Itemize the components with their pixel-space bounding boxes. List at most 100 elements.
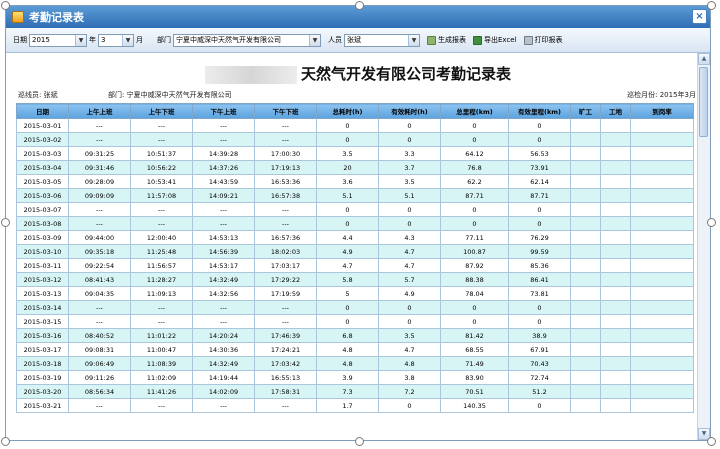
resize-handle-top-left[interactable] bbox=[1, 1, 10, 10]
table-cell bbox=[570, 272, 601, 287]
table-row[interactable]: 2015-03-18 09:06:49 11:08:39 14:32:49 17:03:… bbox=[16, 356, 694, 371]
table-cell bbox=[600, 398, 631, 413]
table-cell: 11:25:48 bbox=[130, 244, 193, 259]
table-row[interactable]: 2015-03-15 --- --- --- --- 0 0 0 0 bbox=[16, 314, 694, 329]
scroll-up-icon[interactable]: ▲ bbox=[698, 53, 710, 65]
table-row[interactable]: 2015-03-10 09:35:18 11:25:48 14:56:39 18:02:… bbox=[16, 244, 694, 259]
table-row[interactable]: 2015-03-16 08:40:52 11:01:22 14:20:24 17:46:… bbox=[16, 328, 694, 343]
table-row[interactable]: 2015-03-12 08:41:43 11:28:27 14:32:49 17:29:… bbox=[16, 272, 694, 287]
export-excel-label: 导出Excel bbox=[484, 36, 517, 44]
attendance-window: 考勤记录表 × 日期 2015 ▼ 年 3 ▼ 月 部门 宁夏中威深中天然气开发… bbox=[5, 5, 711, 441]
table-row[interactable]: 2015-03-21 --- --- --- --- 1.7 0 140.35 0 bbox=[16, 398, 694, 413]
table-row[interactable]: 2015-03-03 09:31:25 10:51:37 14:39:28 17:00:… bbox=[16, 146, 694, 161]
close-button[interactable]: × bbox=[692, 9, 707, 24]
scroll-thumb[interactable] bbox=[699, 67, 708, 137]
month-unit-label: 月 bbox=[136, 36, 143, 44]
table-cell: 99.59 bbox=[508, 244, 571, 259]
table-cell: 7.3 bbox=[316, 384, 379, 399]
dept-select[interactable]: 宁夏中威深中天然气开发有限公司 ▼ bbox=[173, 33, 321, 47]
table-cell: 4.8 bbox=[316, 356, 379, 371]
table-cell bbox=[570, 300, 601, 315]
table-cell: 70.43 bbox=[508, 356, 571, 371]
table-cell: 17:03:42 bbox=[254, 356, 317, 371]
resize-handle-right[interactable] bbox=[707, 218, 716, 227]
table-cell: 2015-03-17 bbox=[16, 342, 69, 357]
table-cell: 78.04 bbox=[440, 286, 509, 301]
table-row[interactable]: 2015-03-14 --- --- --- --- 0 0 0 0 bbox=[16, 300, 694, 315]
table-row[interactable]: 2015-03-20 08:56:34 11:41:26 14:02:09 17:58:… bbox=[16, 384, 694, 399]
table-cell: 14:37:26 bbox=[192, 160, 255, 175]
table-cell: 14:20:24 bbox=[192, 328, 255, 343]
report-person: 巡线员: 张斌 bbox=[18, 91, 58, 99]
table-cell: 09:22:54 bbox=[68, 258, 131, 273]
table-cell bbox=[570, 230, 601, 245]
generate-report-button[interactable]: 生成报表 bbox=[427, 35, 466, 45]
resize-handle-top[interactable] bbox=[355, 1, 364, 10]
table-row[interactable]: 2015-03-11 09:22:54 11:56:57 14:53:17 17:03:… bbox=[16, 258, 694, 273]
resize-handle-top-right[interactable] bbox=[707, 1, 716, 10]
table-cell: 64.12 bbox=[440, 146, 509, 161]
dept-label: 部门 bbox=[157, 36, 171, 44]
vertical-scrollbar[interactable]: ▲ ▼ bbox=[697, 53, 710, 440]
chevron-down-icon[interactable]: ▼ bbox=[75, 34, 86, 46]
table-cell: 14:32:56 bbox=[192, 286, 255, 301]
table-cell bbox=[630, 272, 694, 287]
table-cell: 2015-03-19 bbox=[16, 370, 69, 385]
table-cell: 88.38 bbox=[440, 272, 509, 287]
year-value: 2015 bbox=[32, 36, 50, 44]
print-report-button[interactable]: 打印报表 bbox=[523, 35, 563, 45]
person-select[interactable]: 张斌 ▼ bbox=[344, 33, 420, 47]
table-cell: 2015-03-05 bbox=[16, 174, 69, 189]
table-cell bbox=[630, 174, 694, 189]
table-cell: 0 bbox=[508, 314, 571, 329]
resize-handle-bottom-right[interactable] bbox=[707, 437, 716, 446]
table-cell bbox=[570, 174, 601, 189]
table-row[interactable]: 2015-03-08 --- --- --- --- 0 0 0 0 bbox=[16, 216, 694, 231]
table-row[interactable]: 2015-03-04 09:31:46 10:56:22 14:37:26 17:19:… bbox=[16, 160, 694, 175]
table-cell bbox=[570, 328, 601, 343]
resize-handle-bottom[interactable] bbox=[355, 437, 364, 446]
table-cell: 4.7 bbox=[378, 258, 441, 273]
chevron-down-icon[interactable]: ▼ bbox=[408, 34, 419, 46]
table-cell: 2015-03-13 bbox=[16, 286, 69, 301]
table-cell: 3.5 bbox=[378, 328, 441, 343]
table-cell: --- bbox=[130, 118, 193, 133]
table-cell: 4.7 bbox=[378, 342, 441, 357]
table-cell: 2015-03-04 bbox=[16, 160, 69, 175]
table-row[interactable]: 2015-03-13 09:04:35 11:09:13 14:32:56 17:19:… bbox=[16, 286, 694, 301]
year-select[interactable]: 2015 ▼ bbox=[29, 33, 87, 47]
table-row[interactable]: 2015-03-19 09:11:26 11:02:09 14:19:44 16:55:… bbox=[16, 370, 694, 385]
table-cell bbox=[570, 258, 601, 273]
table-cell: 76.8 bbox=[440, 160, 509, 175]
table-cell: --- bbox=[192, 216, 255, 231]
resize-handle-left[interactable] bbox=[1, 218, 10, 227]
chevron-down-icon[interactable]: ▼ bbox=[309, 34, 320, 46]
table-row[interactable]: 2015-03-05 09:28:09 10:53:41 14:43:59 16:53:… bbox=[16, 174, 694, 189]
table-cell: 2015-03-16 bbox=[16, 328, 69, 343]
table-cell: 5.1 bbox=[378, 188, 441, 203]
table-row[interactable]: 2015-03-09 09:44:00 12:00:40 14:53:13 16:57:… bbox=[16, 230, 694, 245]
dept-value: 宁夏中威深中天然气开发有限公司 bbox=[176, 36, 281, 44]
table-cell: 14:02:09 bbox=[192, 384, 255, 399]
table-cell: 11:09:13 bbox=[130, 286, 193, 301]
table-row[interactable]: 2015-03-07 --- --- --- --- 0 0 0 0 bbox=[16, 202, 694, 217]
export-excel-button[interactable]: 导出Excel bbox=[473, 35, 517, 45]
table-row[interactable]: 2015-03-06 09:09:09 11:57:08 14:09:21 16:57:… bbox=[16, 188, 694, 203]
chevron-down-icon[interactable]: ▼ bbox=[122, 34, 133, 46]
table-cell bbox=[600, 370, 631, 385]
table-cell: 16:55:13 bbox=[254, 370, 317, 385]
table-row[interactable]: 2015-03-02 --- --- --- --- 0 0 0 0 bbox=[16, 132, 694, 147]
month-select[interactable]: 3 ▼ bbox=[98, 33, 134, 47]
table-cell: 3.5 bbox=[378, 174, 441, 189]
column-header: 上午上班 bbox=[68, 103, 131, 119]
table-cell: 16:53:36 bbox=[254, 174, 317, 189]
table-row[interactable]: 2015-03-17 09:08:31 11:00:47 14:30:36 17:24:… bbox=[16, 342, 694, 357]
table-cell: 0 bbox=[508, 118, 571, 133]
table-cell bbox=[570, 202, 601, 217]
table-cell bbox=[570, 398, 601, 413]
table-row[interactable]: 2015-03-01 --- --- --- --- 0 0 0 0 bbox=[16, 118, 694, 133]
table-cell bbox=[600, 188, 631, 203]
resize-handle-bottom-left[interactable] bbox=[1, 437, 10, 446]
table-cell: 11:57:08 bbox=[130, 188, 193, 203]
table-cell bbox=[600, 384, 631, 399]
